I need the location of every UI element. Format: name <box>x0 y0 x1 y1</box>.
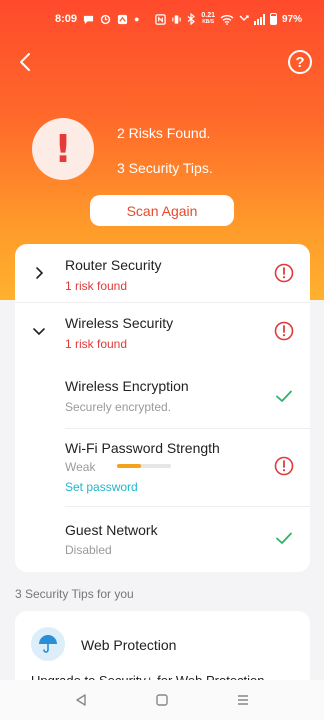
item-status-text: Disabled <box>65 543 112 557</box>
password-strength-fill <box>117 464 142 468</box>
security-tips-label: 3 Security Tips. <box>117 160 213 176</box>
menu-lines-icon[interactable] <box>236 693 250 707</box>
dot-icon: ● <box>134 14 140 24</box>
check-icon <box>276 532 292 544</box>
item-guest-network[interactable]: Guest Network Disabled <box>15 506 310 570</box>
square-home-icon[interactable] <box>155 693 169 707</box>
risk-alert-badge: ! <box>32 118 94 180</box>
status-time: 8:09 <box>55 13 78 25</box>
nfc-icon <box>155 13 167 25</box>
network-speed: 0.21 KB/S <box>201 12 215 25</box>
exclamation-icon: ! <box>54 127 72 171</box>
section-wireless-security[interactable]: Wireless Security 1 risk found <box>15 302 310 360</box>
security-tips-heading: 3 Security Tips for you <box>15 587 134 601</box>
item-wireless-encryption[interactable]: Wireless Encryption Securely encrypted. <box>15 366 310 426</box>
password-strength-text: Weak <box>65 460 96 474</box>
check-icon <box>276 390 292 402</box>
battery-icon <box>269 13 277 25</box>
question-circle-icon: ? <box>295 53 305 71</box>
signal-icon <box>253 13 265 25</box>
item-status-text: Securely encrypted. <box>65 400 172 414</box>
vibrate-icon <box>172 14 182 24</box>
wifi-icon <box>220 14 234 25</box>
bluetooth-icon <box>187 13 196 25</box>
risks-found-label: 2 Risks Found. <box>117 125 211 141</box>
section-title: Router Security <box>65 257 162 273</box>
item-title: Guest Network <box>65 522 158 538</box>
battery-percent: 97% <box>281 13 302 25</box>
help-button[interactable]: ? <box>288 50 312 74</box>
item-title: Wireless Encryption <box>65 378 189 394</box>
status-bar: 8:09 ● 0.21 KB/S 97% <box>0 0 324 38</box>
section-risk-count: 1 risk found <box>65 279 128 293</box>
umbrella-icon <box>31 627 65 661</box>
risk-warning-icon <box>274 456 294 476</box>
tip-title: Web Protection <box>81 637 177 653</box>
missed-call-icon <box>239 15 249 21</box>
password-strength-bar <box>117 464 171 468</box>
security-sections-card: Router Security 1 risk found Wireless Se… <box>15 244 310 572</box>
triangle-back-icon[interactable] <box>74 693 88 707</box>
chevron-left-icon <box>20 53 30 71</box>
sync-icon <box>100 14 111 24</box>
section-title: Wireless Security <box>65 315 174 331</box>
system-navigation-bar <box>0 680 324 720</box>
chevron-down-icon <box>33 328 45 336</box>
chat-bubble-icon <box>83 15 94 24</box>
item-title: Wi-Fi Password Strength <box>65 440 220 456</box>
notification-app-icon <box>117 14 128 24</box>
section-router-security[interactable]: Router Security 1 risk found <box>15 244 310 302</box>
set-password-link[interactable]: Set password <box>65 480 138 494</box>
risk-warning-icon <box>274 263 294 283</box>
scan-again-button[interactable]: Scan Again <box>90 195 234 226</box>
risk-warning-icon <box>274 321 294 341</box>
back-button[interactable] <box>12 48 40 76</box>
section-risk-count: 1 risk found <box>65 337 128 351</box>
chevron-right-icon <box>36 267 44 279</box>
